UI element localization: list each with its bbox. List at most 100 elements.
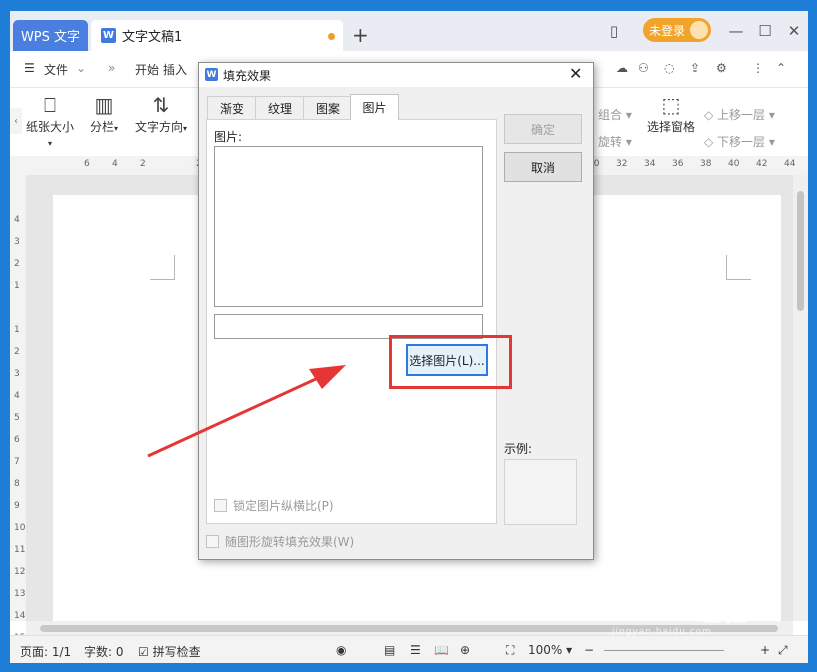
writer-app-icon: W bbox=[205, 68, 218, 81]
group-label: 组合 bbox=[598, 108, 623, 122]
ruler-tick-label: 40 bbox=[728, 159, 740, 169]
fullscreen-icon[interactable]: ⤢ bbox=[778, 643, 788, 658]
export-icon[interactable]: ⇪ bbox=[690, 61, 700, 75]
more-menu-icon[interactable]: ⋮ bbox=[752, 61, 764, 75]
comment-icon[interactable]: ◌ bbox=[664, 61, 674, 75]
zoom-level[interactable]: 100% ▾ bbox=[528, 643, 572, 657]
new-tab-button[interactable]: + bbox=[352, 23, 369, 47]
columns-button[interactable]: ▥ 分栏▾ bbox=[84, 92, 124, 135]
rotate-button[interactable]: 旋转 ▾ bbox=[598, 133, 632, 150]
dialog-title: 填充效果 bbox=[223, 69, 272, 83]
vertical-scroll-thumb[interactable] bbox=[797, 191, 804, 311]
paper-size-icon: ⎕ bbox=[44, 93, 56, 117]
ruler-tick-label: 6 bbox=[14, 435, 20, 445]
ruler-tick-label: 34 bbox=[644, 159, 656, 169]
collapse-ribbon-icon[interactable]: ⌃ bbox=[776, 61, 786, 75]
rotate-with-shape-label: 随图形旋转填充效果(W) bbox=[225, 535, 355, 549]
eye-protect-icon[interactable]: ◉ bbox=[336, 643, 346, 657]
hamburger-icon[interactable]: ☰ bbox=[24, 61, 35, 75]
paper-size-label: 纸张大小 bbox=[25, 120, 74, 134]
unsaved-dot-icon bbox=[328, 33, 335, 40]
web-view-icon[interactable]: ⊕ bbox=[460, 643, 470, 657]
bring-forward-label: 上移一层 bbox=[717, 108, 766, 122]
ruler-tick-label: 1 bbox=[14, 281, 20, 291]
tab-pattern[interactable]: 图案 bbox=[303, 96, 353, 119]
ruler-tick-label: 36 bbox=[672, 159, 684, 169]
maximize-icon[interactable]: ☐ bbox=[755, 21, 775, 41]
file-menu[interactable]: 文件 bbox=[44, 61, 68, 78]
ruler-tick-label: 9 bbox=[14, 501, 20, 511]
paper-size-button[interactable]: ⎕ 纸张大小▾ bbox=[24, 92, 76, 149]
outline-view-icon[interactable]: ☰ bbox=[410, 643, 421, 657]
picture-preview-box bbox=[214, 146, 483, 307]
chevron-down-icon[interactable]: ⌄ bbox=[76, 61, 86, 75]
rotate-with-shape-checkbox[interactable]: 随图形旋转填充效果(W) bbox=[206, 533, 354, 550]
page-indicator: 页面: 1/1 bbox=[20, 645, 72, 659]
bring-forward-button[interactable]: ◇ 上移一层 ▾ bbox=[704, 106, 775, 123]
vertical-ruler[interactable]: 4321123456789101112131415 bbox=[10, 175, 26, 643]
zoom-value: 100% bbox=[528, 643, 563, 657]
cloud-icon[interactable]: ☁ bbox=[616, 61, 628, 75]
ruler-tick-label: 2 bbox=[14, 347, 20, 357]
dialog-title-bar[interactable]: W 填充效果 ✕ bbox=[199, 63, 593, 87]
watermark-subtext: jingyan.baidu.com bbox=[612, 627, 713, 637]
settings-gear-icon[interactable]: ⚙ bbox=[716, 61, 727, 75]
tab-texture[interactable]: 纹理 bbox=[255, 96, 305, 119]
close-window-icon[interactable]: ✕ bbox=[784, 21, 804, 41]
columns-label: 分栏 bbox=[89, 120, 114, 134]
text-direction-label: 文字方向 bbox=[134, 120, 183, 134]
example-preview bbox=[504, 459, 577, 525]
ruler-tick-label: 42 bbox=[756, 159, 768, 169]
dialog-close-icon[interactable]: ✕ bbox=[569, 64, 582, 83]
share-user-icon[interactable]: ⚇ bbox=[638, 61, 649, 75]
ruler-tick-label: 32 bbox=[616, 159, 628, 169]
spell-check-toggle[interactable]: ☑ 拼写检查 bbox=[138, 643, 201, 660]
example-label: 示例: bbox=[504, 442, 533, 456]
start-tab[interactable]: 开始 bbox=[135, 61, 159, 78]
ok-button[interactable]: 确定 bbox=[504, 114, 582, 144]
zoom-out-icon[interactable]: − bbox=[584, 643, 594, 657]
minimize-icon[interactable]: — bbox=[726, 21, 746, 41]
ruler-tick-label: 2 bbox=[140, 159, 146, 169]
text-direction-button[interactable]: ⇅ 文字方向▾ bbox=[130, 92, 192, 135]
ruler-tick-label: 4 bbox=[14, 215, 20, 225]
ruler-tick-label: 44 bbox=[784, 159, 796, 169]
tab-picture[interactable]: 图片 bbox=[350, 94, 399, 120]
group-button[interactable]: 组合 ▾ bbox=[598, 106, 632, 123]
document-tab-label: 文字文稿1 bbox=[122, 30, 183, 45]
send-backward-button[interactable]: ◇ 下移一层 ▾ bbox=[704, 133, 775, 150]
ruler-tick-label: 10 bbox=[14, 523, 26, 533]
zoom-slider[interactable] bbox=[604, 650, 724, 651]
writer-doc-icon: W bbox=[101, 28, 116, 43]
wps-home-tab[interactable]: WPS 文字 bbox=[13, 20, 88, 51]
zoom-in-icon[interactable]: + bbox=[760, 643, 770, 657]
tab-gradient[interactable]: 渐变 bbox=[207, 96, 257, 119]
ribbon-scroll-left-icon[interactable]: ‹ bbox=[10, 108, 22, 134]
insert-tab[interactable]: 插入 bbox=[163, 61, 187, 78]
lock-aspect-ratio-checkbox[interactable]: 锁定图片纵横比(P) bbox=[214, 497, 334, 514]
picture-label: 图片: bbox=[214, 130, 243, 144]
fit-page-icon[interactable]: ⛶ bbox=[506, 643, 514, 658]
page-view-icon[interactable]: ▤ bbox=[384, 643, 395, 657]
ruler-tick-label: 11 bbox=[14, 545, 26, 555]
ruler-tick-label: 38 bbox=[700, 159, 712, 169]
vertical-scrollbar[interactable] bbox=[793, 175, 808, 621]
lock-aspect-label: 锁定图片纵横比(P) bbox=[233, 499, 334, 513]
more-arrows-icon[interactable]: » bbox=[108, 61, 115, 75]
selection-pane-button[interactable]: ⬚ 选择窗格 bbox=[642, 92, 700, 135]
rotate-label: 旋转 bbox=[598, 135, 623, 149]
ruler-tick-label: 2 bbox=[14, 259, 20, 269]
highlight-box bbox=[389, 335, 512, 389]
cancel-button[interactable]: 取消 bbox=[504, 152, 582, 182]
document-tab[interactable]: W 文字文稿1 bbox=[91, 20, 343, 51]
fill-effect-dialog: W 填充效果 ✕ 渐变 纹理 图案 图片 图片: 选择图片(L)... 锁定图片… bbox=[198, 62, 594, 560]
window-layout-icon[interactable]: ▯ bbox=[604, 21, 624, 41]
ruler-tick-label: 7 bbox=[14, 457, 20, 467]
ruler-tick-label: 4 bbox=[14, 391, 20, 401]
reading-view-icon[interactable]: 📖 bbox=[434, 643, 449, 657]
text-direction-icon: ⇅ bbox=[152, 93, 170, 117]
lock-aspect-checkbox-box bbox=[214, 499, 227, 512]
login-button[interactable]: 未登录 bbox=[643, 18, 711, 42]
login-label: 未登录 bbox=[649, 23, 686, 38]
ruler-tick-label: 6 bbox=[84, 159, 90, 169]
